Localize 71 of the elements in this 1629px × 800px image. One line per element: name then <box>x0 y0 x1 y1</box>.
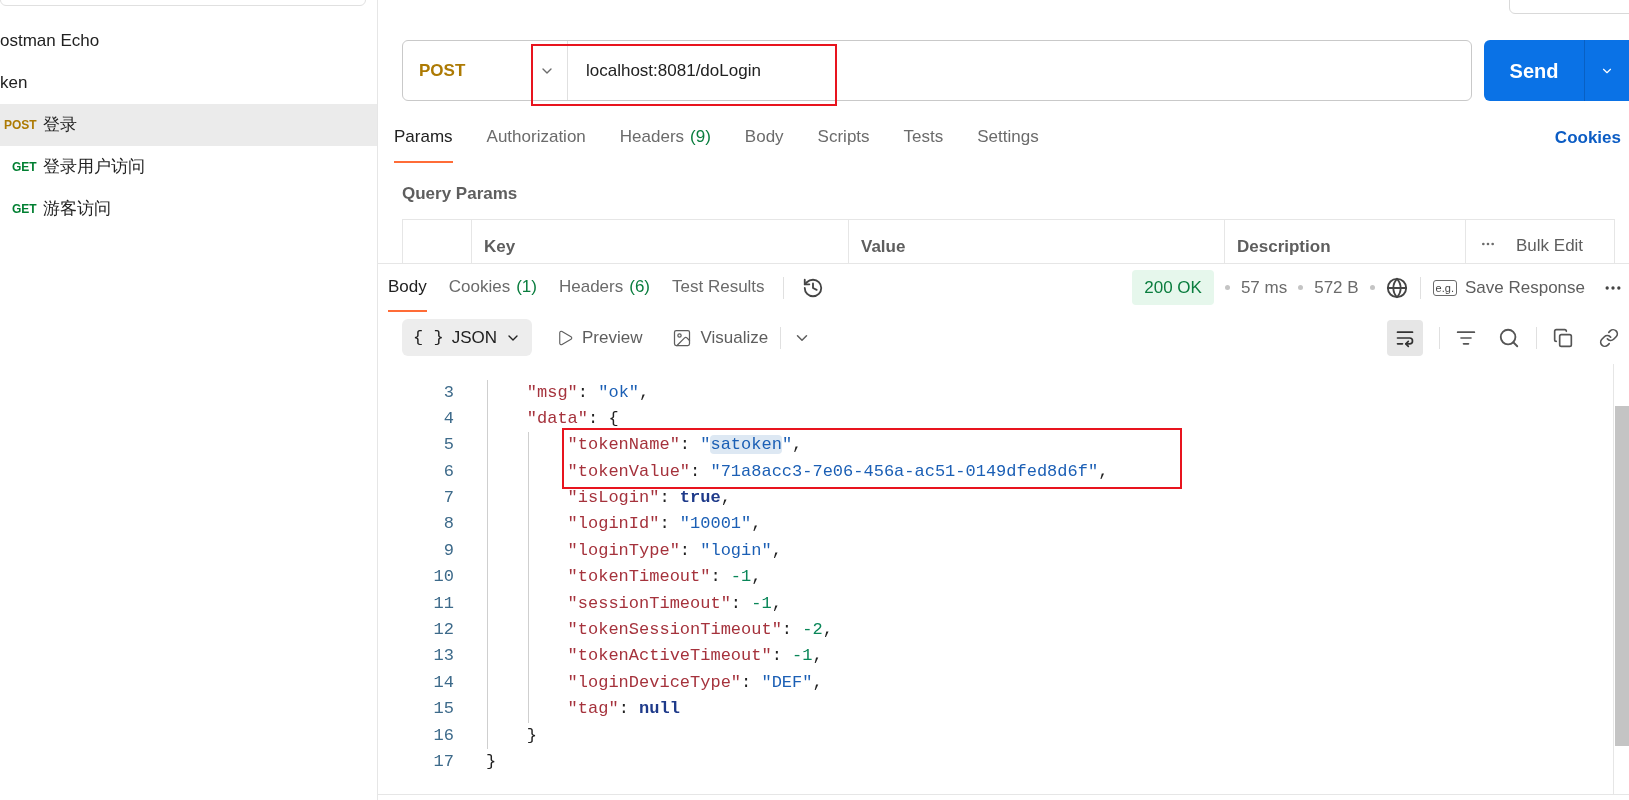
send-button[interactable]: Send <box>1484 40 1629 101</box>
code-line: "loginId": "10001", <box>566 514 762 534</box>
link-icon[interactable] <box>1599 327 1619 348</box>
line-number: 4 <box>442 407 454 430</box>
tab[interactable]: Headers (9) <box>619 113 711 163</box>
tab[interactable]: Settings <box>977 113 1039 163</box>
line-number: 16 <box>432 724 454 747</box>
tab[interactable]: Authorization <box>486 113 586 163</box>
line-number: 14 <box>432 671 454 694</box>
response-size: 572 B <box>1314 276 1359 299</box>
tab[interactable]: Cookies (1) <box>448 263 537 312</box>
code-line: "tokenSessionTimeout": -2, <box>566 620 833 639</box>
code-line: "loginType": "login", <box>566 540 782 560</box>
line-number: 17 <box>432 750 454 773</box>
code-line: "tokenTimeout": -1, <box>566 567 762 587</box>
cookies-link[interactable]: Cookies <box>1554 125 1621 151</box>
sidebar-item[interactable]: POST 登录 <box>0 104 377 146</box>
line-number: 11 <box>432 592 454 615</box>
tab[interactable]: Headers (6) <box>558 263 650 312</box>
method-dropdown[interactable]: POST <box>403 41 568 100</box>
line-number: 8 <box>442 513 454 536</box>
section-title: Query Params <box>401 183 519 205</box>
search-icon[interactable] <box>1498 326 1520 349</box>
tab[interactable]: Test Results <box>672 263 765 312</box>
url-input[interactable]: localhost:8081/doLogin <box>586 57 1471 84</box>
status-badge: 200 OK <box>1132 269 1214 306</box>
visualize-button[interactable]: Visualize <box>672 324 769 351</box>
line-number: 13 <box>432 645 454 668</box>
history-icon[interactable] <box>801 276 824 299</box>
code-line: "isLogin": true, <box>566 488 731 508</box>
wrap-lines-button[interactable] <box>1387 319 1423 356</box>
line-number: 3 <box>442 381 454 404</box>
column-header: Description <box>1225 219 1466 263</box>
copy-icon[interactable] <box>1553 327 1573 348</box>
column-header: Key <box>472 219 849 263</box>
code-line: "tag": null <box>566 699 680 719</box>
code-line: "msg": "ok", <box>525 382 650 402</box>
tab[interactable]: Params <box>394 113 453 163</box>
scrollbar[interactable] <box>1613 363 1629 794</box>
line-number: 6 <box>442 460 454 483</box>
tab[interactable]: Body <box>744 113 784 163</box>
code-line: "tokenName": "satoken", <box>566 435 803 455</box>
code-line: } <box>525 725 537 745</box>
response-time: 57 ms <box>1240 276 1288 299</box>
globe-icon[interactable] <box>1385 276 1408 299</box>
code-line: "loginDeviceType": "DEF", <box>566 672 823 692</box>
tab[interactable]: Body <box>388 263 427 312</box>
play-icon <box>556 328 574 347</box>
bulk-edit-button[interactable]: Bulk Edit <box>1516 232 1584 258</box>
code-line: "data": { <box>525 408 619 428</box>
tab[interactable]: Scripts <box>817 113 870 163</box>
code-line: "sessionTimeout": -1, <box>566 593 782 613</box>
line-number: 10 <box>432 566 454 589</box>
tab[interactable]: Tests <box>903 113 944 163</box>
image-icon <box>672 327 693 348</box>
preview-button[interactable]: Preview <box>556 324 643 351</box>
sidebar-item[interactable]: GET 登录用户访问 <box>0 146 377 188</box>
code-line: } <box>486 751 497 771</box>
line-number: 7 <box>442 487 454 510</box>
column-header: Value <box>849 219 1225 263</box>
code-line: "tokenActiveTimeout": -1, <box>566 646 823 666</box>
format-dropdown[interactable]: { } JSON <box>402 319 532 356</box>
sidebar-item[interactable]: ken <box>0 62 377 104</box>
code-line: "tokenValue": "71a8acc3-7e06-456a-ac51-0149dfed8d6f", <box>566 461 1109 481</box>
line-number: 9 <box>442 539 454 562</box>
line-number: 12 <box>432 619 454 641</box>
sidebar-item[interactable]: GET 游客访问 <box>0 188 377 230</box>
sidebar-item[interactable]: ostman Echo <box>0 20 377 62</box>
save-response-button[interactable]: e.g. Save Response <box>1432 274 1585 301</box>
line-number: 5 <box>442 434 454 457</box>
line-number: 15 <box>432 698 454 721</box>
